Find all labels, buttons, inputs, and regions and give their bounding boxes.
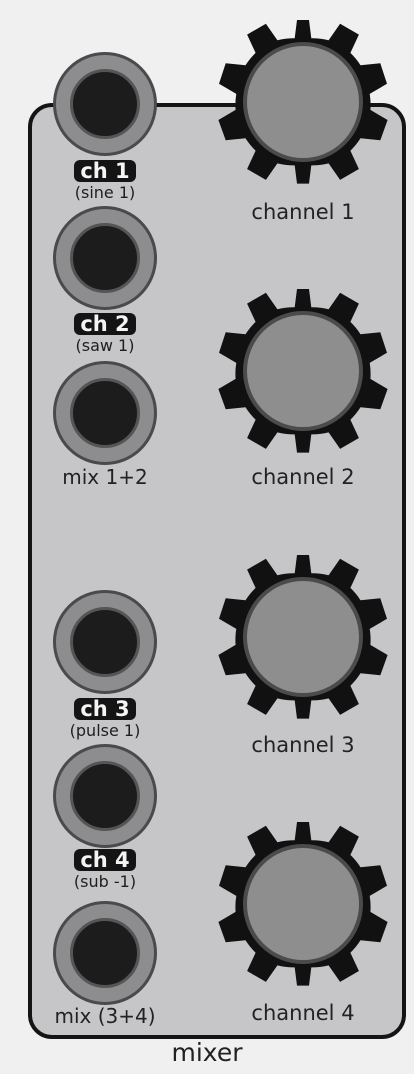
channel4-label: channel 4 [251,1001,355,1025]
ch2-badge: ch 2 [74,313,136,335]
ch3-badge: ch 3 [74,698,136,720]
mix34-output-jack[interactable] [53,901,157,1005]
channel3-knob[interactable] [213,547,393,727]
ch1-input-tag: ch 1 (sine 1) [45,160,165,202]
ch1-input-jack[interactable] [53,52,157,156]
channel2-label: channel 2 [251,465,355,489]
jack-socket [70,223,140,293]
ch4-input-jack[interactable] [53,744,157,848]
ch1-source: (sine 1) [74,183,136,202]
mix12-output-jack[interactable] [53,361,157,465]
channel2-knob[interactable] [213,281,393,461]
channel1-knob[interactable] [213,12,393,192]
mix12-output-label: mix 1+2 [62,465,148,489]
jack-socket [70,69,140,139]
channel4-knob[interactable] [213,814,393,994]
jack-socket [70,607,140,677]
ch4-input-tag: ch 4 (sub -1) [45,849,165,891]
mix34-output-label: mix (3+4) [54,1004,156,1028]
channel1-label: channel 1 [251,200,355,224]
ch2-input-tag: ch 2 (saw 1) [45,313,165,355]
module-title: mixer [171,1038,243,1067]
ch4-source: (sub -1) [73,872,137,891]
ch3-input-jack[interactable] [53,590,157,694]
ch3-source: (pulse 1) [69,721,141,740]
ch4-badge: ch 4 [74,849,136,871]
ch1-badge: ch 1 [74,160,136,182]
jack-socket [70,378,140,448]
ch2-input-jack[interactable] [53,206,157,310]
ch2-source: (saw 1) [75,336,135,355]
channel3-label: channel 3 [251,733,355,757]
jack-socket [70,918,140,988]
jack-socket [70,761,140,831]
ch3-input-tag: ch 3 (pulse 1) [45,698,165,740]
